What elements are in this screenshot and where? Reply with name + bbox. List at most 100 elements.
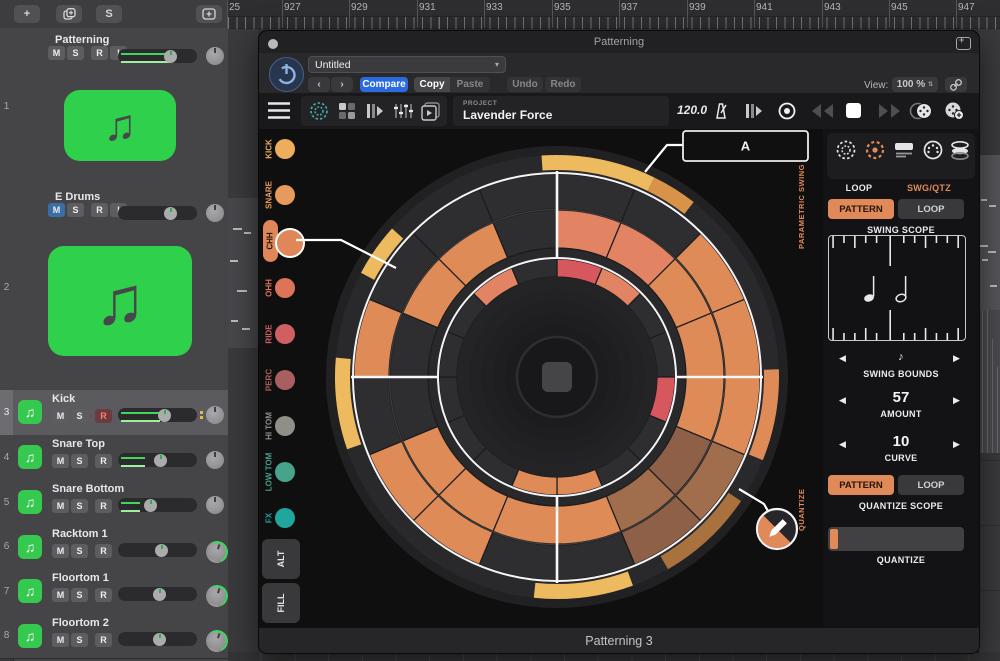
compare-button[interactable]: Compare xyxy=(360,77,408,92)
instrument-pad[interactable] xyxy=(275,370,295,390)
volume-knob[interactable] xyxy=(164,50,177,63)
swing-bounds-right-arrow[interactable]: ▶ xyxy=(953,353,960,364)
track-row[interactable]: 7♫Floortom 1MSR xyxy=(0,569,228,615)
track-row[interactable]: 2E DrumsMSRI♫ xyxy=(0,185,228,391)
s-button[interactable]: S xyxy=(67,203,84,217)
instrument-pad[interactable] xyxy=(275,324,295,344)
volume-knob[interactable] xyxy=(164,207,177,220)
metronome-icon[interactable] xyxy=(711,101,731,121)
volume-knob[interactable] xyxy=(155,544,168,557)
expand-icon[interactable] xyxy=(956,37,971,50)
next-preset-button[interactable]: › xyxy=(331,77,353,92)
plugin-titlebar[interactable]: Patterning xyxy=(259,31,979,54)
m-button[interactable]: M xyxy=(52,409,69,423)
r-button[interactable]: R xyxy=(91,203,108,217)
midi-mode-icon[interactable] xyxy=(922,139,944,161)
solo-button[interactable]: S xyxy=(96,5,122,23)
instrument-pad[interactable] xyxy=(275,416,295,436)
pan-knob[interactable] xyxy=(206,204,224,222)
s-button[interactable]: S xyxy=(71,454,88,468)
arrange-area-right[interactable] xyxy=(978,28,1000,661)
instrument-pad[interactable] xyxy=(275,278,295,298)
link-button[interactable] xyxy=(945,77,967,92)
volume-knob[interactable] xyxy=(158,409,171,422)
volume-slider[interactable] xyxy=(118,498,197,512)
volume-slider[interactable] xyxy=(118,453,197,467)
s-button[interactable]: S xyxy=(71,633,88,647)
track-row[interactable]: 1PatterningMSRI♫ xyxy=(0,28,228,186)
automation-region[interactable] xyxy=(978,310,1000,453)
instrument-pad[interactable] xyxy=(275,185,295,205)
s-button[interactable]: S xyxy=(67,46,84,60)
presets-mode-icon[interactable] xyxy=(893,139,915,161)
volume-knob[interactable] xyxy=(153,633,166,646)
steps-icon[interactable] xyxy=(744,101,764,121)
swing-qtz-mode-icon[interactable] xyxy=(864,139,886,161)
swing-pattern-tab[interactable]: PATTERN xyxy=(828,199,894,219)
volume-slider[interactable] xyxy=(118,206,197,220)
bar-ruler[interactable]: 25927929931933935937939941943945947 xyxy=(228,0,1000,29)
midi-region[interactable] xyxy=(228,198,258,348)
m-button[interactable]: M xyxy=(48,203,65,217)
quantize-slider[interactable] xyxy=(828,527,964,551)
swgqtz-tab-label[interactable]: SWG/QTZ xyxy=(851,183,1000,193)
record-button[interactable] xyxy=(777,101,797,121)
track-row[interactable]: 4♫Snare TopMSR xyxy=(0,435,228,481)
instrument-pad[interactable] xyxy=(275,228,305,258)
undo-button[interactable]: Undo xyxy=(507,77,543,92)
copy-button[interactable]: Copy xyxy=(414,77,450,92)
r-button[interactable]: R xyxy=(95,454,112,468)
amount-right-arrow[interactable]: ▶ xyxy=(953,395,960,406)
m-button[interactable]: M xyxy=(48,46,65,60)
volume-knob[interactable] xyxy=(144,499,157,512)
volume-slider[interactable] xyxy=(118,49,197,63)
m-button[interactable]: M xyxy=(52,544,69,558)
s-button[interactable]: S xyxy=(71,588,88,602)
song-sections-icon[interactable] xyxy=(421,101,441,121)
kit-stack-icon[interactable] xyxy=(949,139,971,161)
volume-slider[interactable] xyxy=(118,543,197,557)
add-pattern-icon[interactable] xyxy=(943,101,965,121)
duplicate-track-button[interactable] xyxy=(56,5,82,23)
track-row[interactable]: 6♫Racktom 1MSR xyxy=(0,525,228,570)
volume-knob[interactable] xyxy=(153,588,166,601)
view-size-select[interactable]: 100 % ⇅ xyxy=(892,77,938,92)
pan-knob[interactable] xyxy=(203,627,231,655)
forward-button[interactable] xyxy=(877,102,903,120)
pan-knob[interactable] xyxy=(206,451,224,469)
project-display[interactable]: PROJECT Lavender Force xyxy=(453,96,669,126)
tempo-display[interactable]: 120.0 xyxy=(677,103,707,117)
pads-icon[interactable] xyxy=(337,101,357,121)
pan-knob[interactable] xyxy=(206,406,224,424)
stop-button[interactable] xyxy=(846,103,861,118)
r-button[interactable]: R xyxy=(95,499,112,513)
s-button[interactable]: S xyxy=(71,544,88,558)
volume-slider[interactable] xyxy=(118,632,197,646)
midi-region[interactable] xyxy=(978,155,1000,310)
instrument-pad[interactable] xyxy=(275,508,295,528)
arrange-area-left[interactable] xyxy=(228,28,258,661)
swing-scope-display[interactable] xyxy=(828,235,966,341)
r-button[interactable]: R xyxy=(95,633,112,647)
m-button[interactable]: M xyxy=(52,454,69,468)
pan-knob[interactable] xyxy=(206,47,224,65)
track-alternatives-button[interactable] xyxy=(196,5,222,23)
instrument-pad[interactable] xyxy=(275,462,295,482)
redo-button[interactable]: Redo xyxy=(545,77,581,92)
mixer-icon[interactable] xyxy=(393,101,413,121)
volume-slider[interactable] xyxy=(118,408,197,422)
loop-mode-icon[interactable] xyxy=(835,139,857,161)
pan-knob[interactable] xyxy=(203,538,231,566)
r-button[interactable]: R xyxy=(91,46,108,60)
pan-knob[interactable] xyxy=(203,582,231,610)
pattern-chain-icon[interactable] xyxy=(909,101,933,121)
preset-dropdown[interactable]: Untitled ▾ xyxy=(308,56,506,73)
instrument-pad[interactable] xyxy=(275,139,295,159)
r-button[interactable]: R xyxy=(95,588,112,602)
paste-button[interactable]: Paste xyxy=(450,77,490,92)
volume-slider[interactable] xyxy=(118,587,197,601)
add-track-button[interactable]: + xyxy=(14,5,40,23)
s-button[interactable]: S xyxy=(71,409,88,423)
m-button[interactable]: M xyxy=(52,633,69,647)
quantize-pattern-tab[interactable]: PATTERN xyxy=(828,475,894,495)
